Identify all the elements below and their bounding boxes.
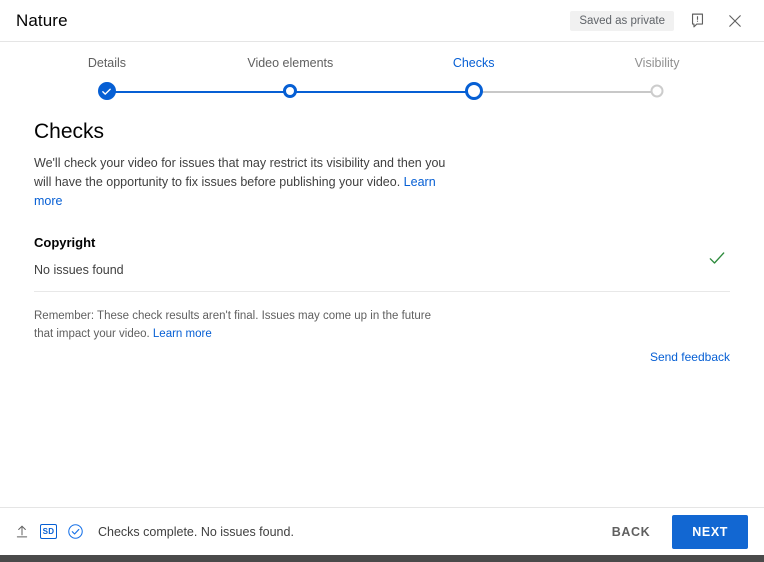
- check-icon: [102, 88, 112, 95]
- bottom-bar: [0, 555, 764, 562]
- footer-status-icons: SD: [14, 523, 84, 540]
- remember-note-text: Remember: These check results aren't fin…: [34, 310, 431, 340]
- dialog-header: Nature Saved as private: [0, 0, 764, 42]
- step-label-video-elements[interactable]: Video elements: [247, 56, 333, 70]
- copyright-check-name: Copyright: [34, 235, 96, 250]
- stepper-node-details[interactable]: [97, 82, 116, 100]
- back-button[interactable]: BACK: [598, 516, 665, 548]
- stepper-node-visibility[interactable]: [650, 84, 664, 98]
- stepper-track-remaining: [473, 91, 658, 93]
- feedback-flag-icon[interactable]: [682, 6, 712, 36]
- page-title: Nature: [16, 10, 68, 30]
- remember-learn-more-link[interactable]: Learn more: [153, 328, 212, 340]
- section-divider: [34, 291, 730, 292]
- checks-content: Checks We'll check your video for issues…: [0, 102, 764, 364]
- upload-arrow-icon[interactable]: [14, 523, 30, 540]
- upload-stepper: Details Video elements Checks Visibility: [0, 56, 764, 102]
- header-actions: Saved as private: [570, 6, 750, 36]
- remember-note: Remember: These check results aren't fin…: [34, 307, 434, 343]
- stepper-labels: Details Video elements Checks Visibility: [0, 56, 764, 76]
- stepper-node-checks[interactable]: [464, 82, 483, 100]
- sd-quality-badge[interactable]: SD: [40, 524, 57, 539]
- footer-status-text: Checks complete. No issues found.: [98, 524, 294, 539]
- status-badge: Saved as private: [570, 10, 674, 31]
- close-icon[interactable]: [720, 6, 750, 36]
- send-feedback-link[interactable]: Send feedback: [650, 350, 730, 364]
- feedback-row: Send feedback: [34, 350, 730, 364]
- footer-buttons: BACK NEXT: [598, 514, 748, 549]
- section-title: Checks: [34, 120, 105, 143]
- copyright-check-row: Copyright No issues found: [34, 235, 730, 277]
- step-label-visibility[interactable]: Visibility: [635, 56, 680, 70]
- copyright-check-result: No issues found: [34, 263, 124, 277]
- stepper-track: [0, 80, 764, 102]
- section-description-text: We'll check your video for issues that m…: [34, 156, 446, 189]
- next-button[interactable]: NEXT: [672, 514, 748, 549]
- step-label-details[interactable]: Details: [88, 56, 126, 70]
- copyright-check-info: Copyright No issues found: [34, 235, 704, 277]
- stepper-node-video-elements[interactable]: [283, 84, 298, 98]
- dialog-footer: SD Checks complete. No issues found. BAC…: [0, 507, 764, 555]
- check-circle-icon[interactable]: [67, 523, 84, 540]
- green-checkmark-icon: [704, 245, 730, 271]
- step-label-checks[interactable]: Checks: [453, 56, 495, 70]
- section-description: We'll check your video for issues that m…: [34, 154, 454, 211]
